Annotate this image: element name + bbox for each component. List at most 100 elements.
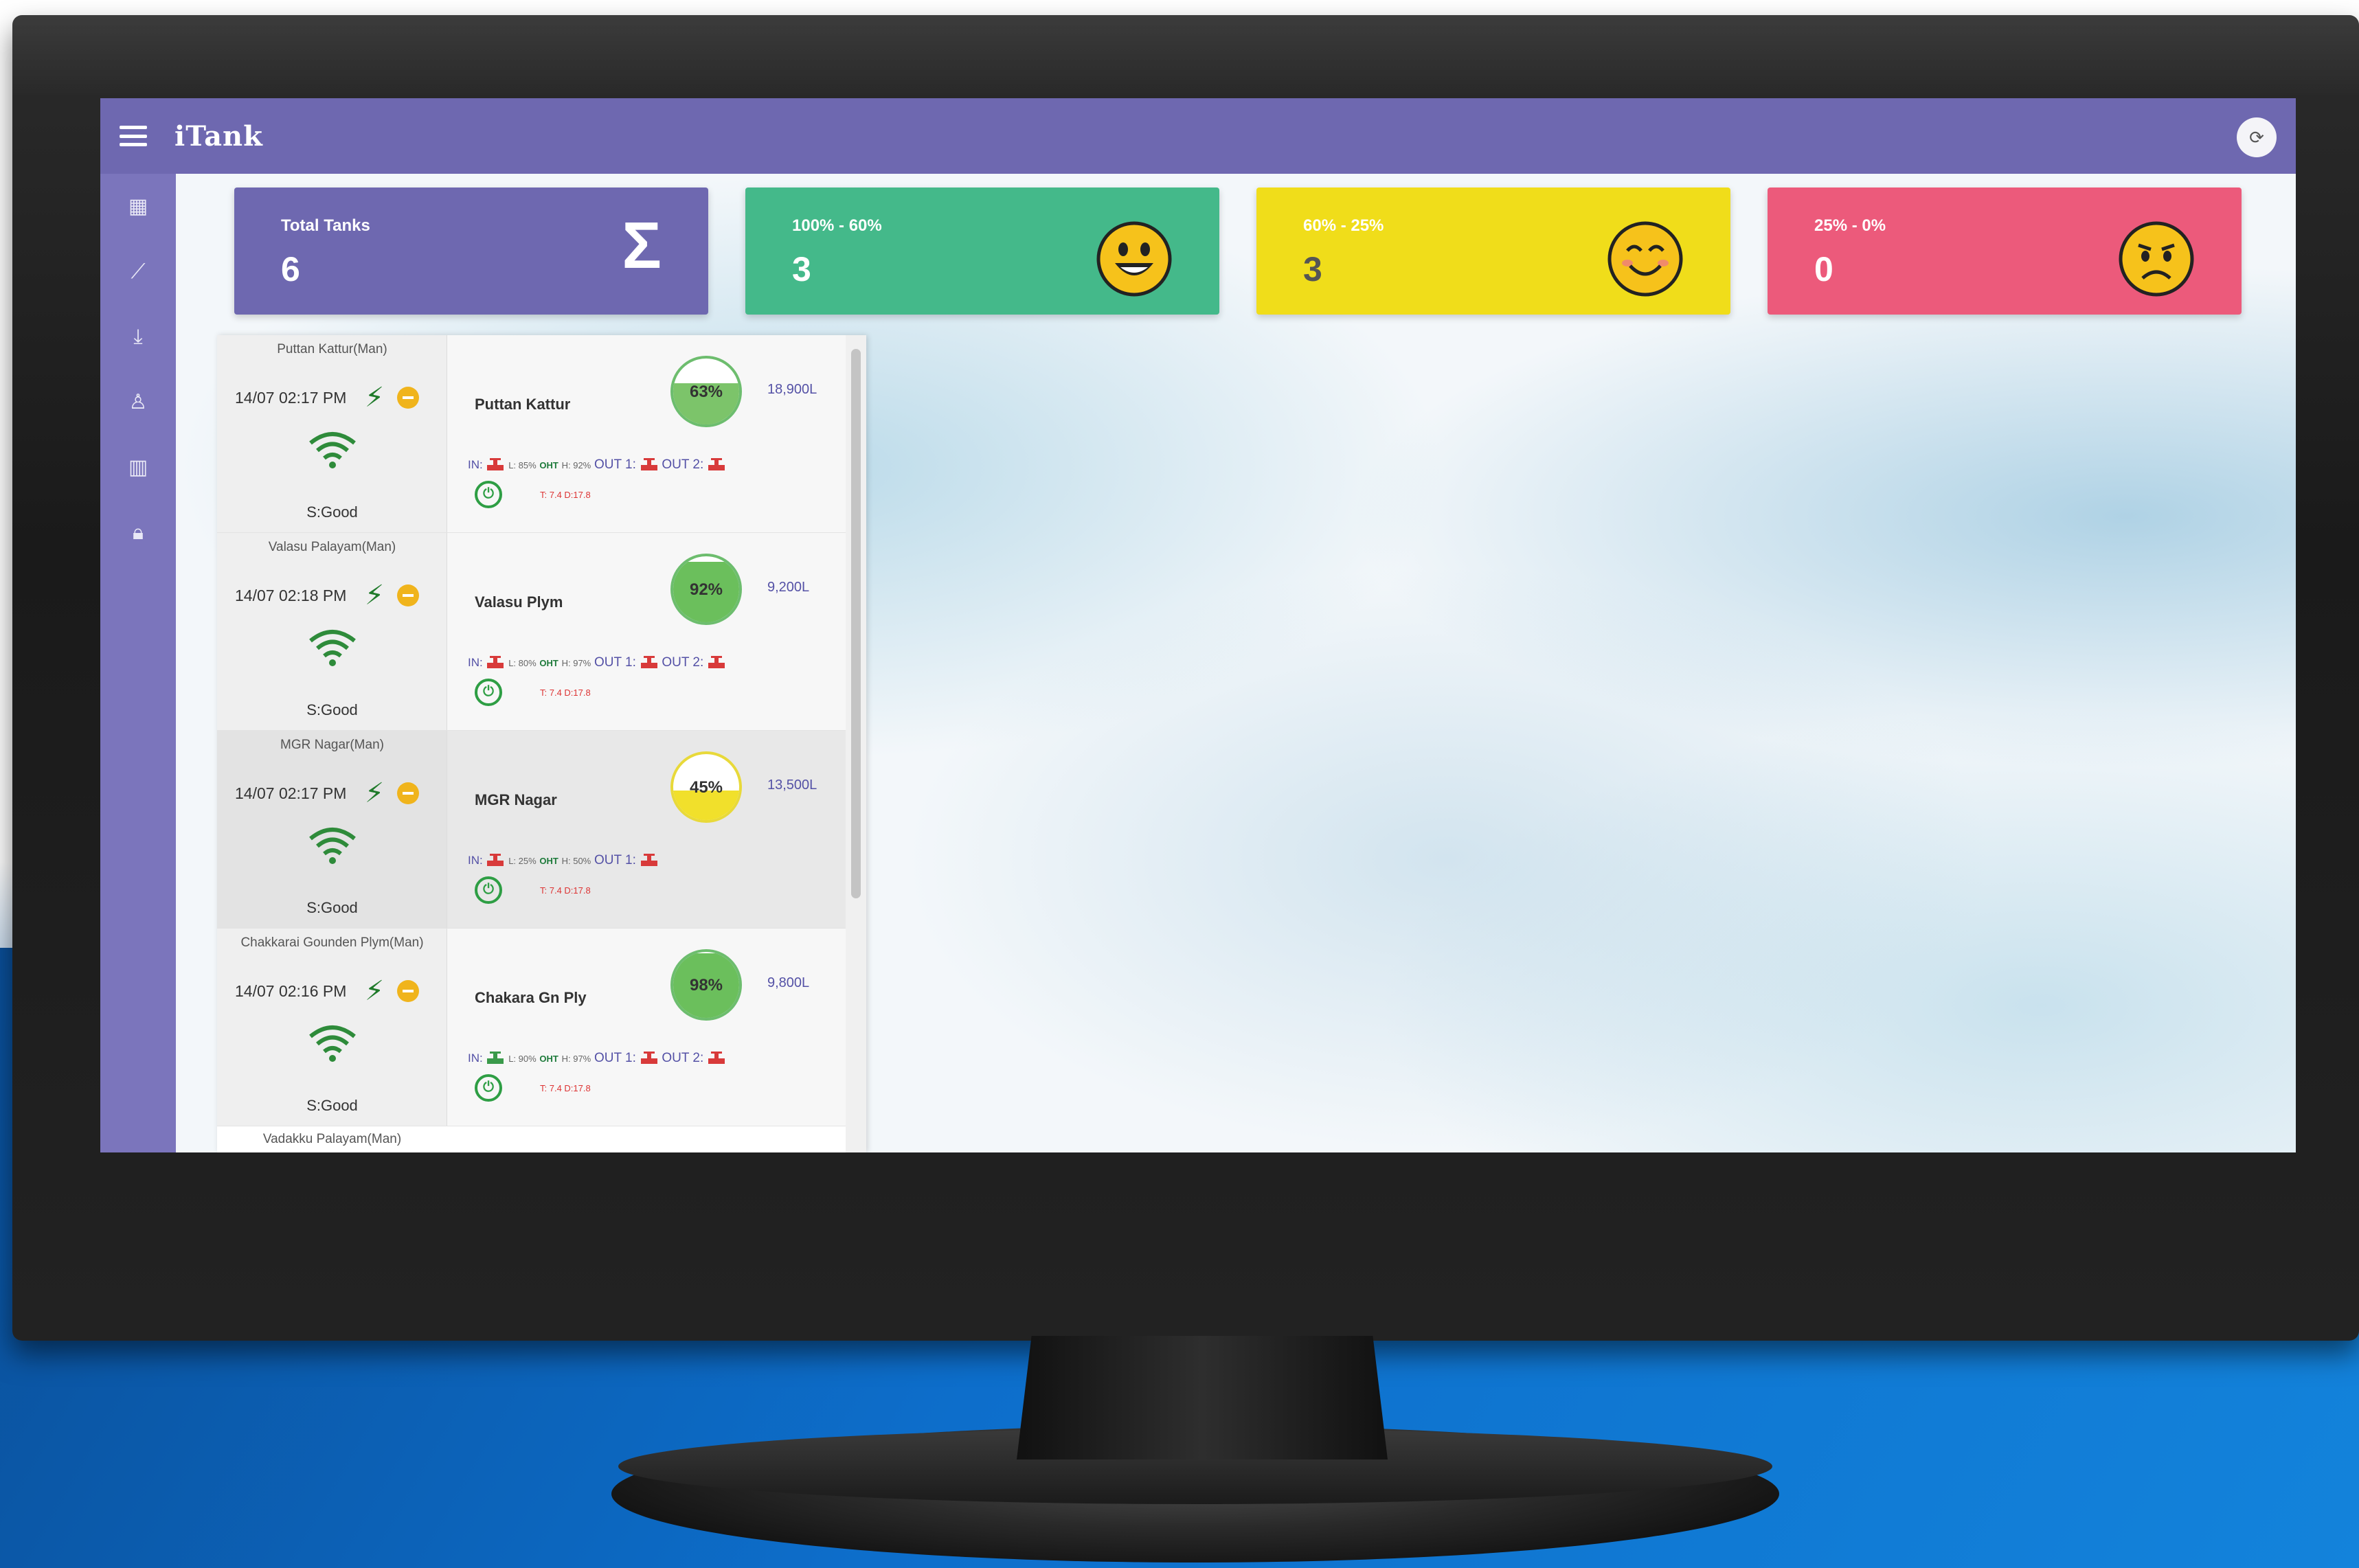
stat-label: 100% - 60%: [792, 216, 882, 235]
power-bolt-icon: ⚡︎: [365, 580, 385, 611]
stat-label: Total Tanks: [281, 216, 370, 235]
tank-name: Puttan Kattur: [475, 396, 571, 413]
monitor-screen: iTank ⟳ ▦ ⟋ ⤓ ♙ ▥ 🔒︎ Total Tanks 6 Σ 100…: [100, 98, 2296, 1152]
stat-card-medium[interactable]: 60% - 25% 3: [1256, 188, 1730, 315]
io-status: IN: L: 85% OHT H: 92% OUT 1: OUT 2:: [468, 457, 726, 473]
outlet2-valve-icon: [708, 1051, 725, 1064]
stat-label: 25% - 0%: [1814, 216, 1886, 235]
monitor-neck: [1017, 1336, 1388, 1459]
level-gauge: 63%: [670, 356, 742, 427]
tank-row[interactable]: Valasu Palayam(Man) 14/07 02:18 PM ⚡︎ S:…: [217, 533, 846, 731]
user-icon[interactable]: ♙: [100, 370, 176, 435]
sigma-icon: Σ: [622, 209, 662, 282]
lock-icon[interactable]: 🔒︎: [100, 500, 176, 565]
stat-value: 3: [1303, 250, 1322, 288]
capacity: 9,800L: [767, 975, 810, 990]
outlet1-valve-icon: [640, 457, 657, 470]
signal-status: S:Good: [306, 503, 358, 521]
inlet-valve-icon: [487, 655, 504, 668]
timestamp: 14/07 02:16 PM: [235, 982, 347, 1000]
scroll-thumb[interactable]: [851, 349, 861, 898]
io-status: IN: L: 80% OHT H: 97% OUT 1: OUT 2:: [468, 655, 726, 671]
temperature-readout: T: 7.4 D:17.8: [540, 688, 591, 698]
inlet-valve-icon: [487, 1051, 504, 1064]
tank-name: MGR Nagar: [475, 791, 557, 808]
timestamp: 14/07 02:18 PM: [235, 587, 347, 604]
scrollbar[interactable]: [846, 335, 866, 1152]
hamburger-menu-icon[interactable]: [120, 126, 147, 146]
level-percent: 63%: [689, 383, 723, 401]
tank-row[interactable]: Chakkarai Gounden Plym(Man) 14/07 02:16 …: [217, 929, 846, 1126]
stat-value: 3: [792, 250, 811, 288]
top-app-bar: iTank ⟳: [100, 98, 2296, 174]
wifi-icon: [309, 432, 356, 468]
power-bolt-icon: ⚡︎: [365, 383, 385, 413]
tank-row[interactable]: Puttan Kattur(Man) 14/07 02:17 PM ⚡︎ S:G…: [217, 335, 846, 533]
power-button[interactable]: ⏻: [475, 876, 502, 904]
wifi-icon: [309, 828, 356, 864]
temperature-readout: T: 7.4 D:17.8: [540, 885, 591, 896]
temperature-readout: T: 7.4 D:17.8: [540, 1083, 591, 1093]
status-minus-icon: [397, 782, 419, 804]
map-icon[interactable]: ▥: [100, 435, 176, 500]
level-percent: 98%: [689, 976, 723, 995]
site-name: Vadakku Palayam(Man): [262, 1132, 402, 1146]
outlet2-valve-icon: [708, 457, 725, 470]
power-button[interactable]: ⏻: [475, 1074, 502, 1102]
power-bolt-icon: ⚡︎: [365, 976, 385, 1006]
level-gauge: 92%: [670, 554, 742, 625]
status-minus-icon: [397, 980, 419, 1002]
level-gauge: 45%: [670, 751, 742, 823]
power-button[interactable]: ⏻: [475, 679, 502, 706]
status-minus-icon: [397, 584, 419, 606]
outlet1-valve-icon: [640, 655, 657, 668]
capacity: 18,900L: [767, 382, 817, 397]
level-gauge: 98%: [670, 949, 742, 1021]
site-name: Valasu Palayam(Man): [268, 540, 396, 554]
tank-list-panel: Puttan Kattur(Man) 14/07 02:17 PM ⚡︎ S:G…: [217, 335, 866, 1152]
tank-name: Valasu Plym: [475, 593, 563, 611]
smile-face-icon: [1607, 220, 1684, 301]
status-minus-icon: [397, 387, 419, 409]
capacity: 9,200L: [767, 580, 810, 595]
site-name: MGR Nagar(Man): [280, 738, 384, 752]
capacity: 13,500L: [767, 777, 817, 793]
timestamp: 14/07 02:17 PM: [235, 784, 347, 802]
outlet2-valve-icon: [708, 655, 725, 668]
refresh-icon[interactable]: ⟳: [2237, 117, 2277, 157]
power-button[interactable]: ⏻: [475, 481, 502, 508]
trend-icon[interactable]: ⟋: [100, 239, 176, 304]
signal-status: S:Good: [306, 899, 358, 916]
signal-status: S:Good: [306, 1097, 358, 1114]
timestamp: 14/07 02:17 PM: [235, 389, 347, 407]
tank-name: Chakara Gn Ply: [475, 989, 587, 1006]
outlet1-valve-icon: [640, 1051, 657, 1064]
sad-face-icon: [2118, 220, 2195, 301]
site-name: Chakkarai Gounden Plym(Man): [240, 935, 424, 950]
app-title: iTank: [174, 120, 263, 152]
wifi-icon: [309, 1025, 356, 1062]
outlet1-valve-icon: [640, 853, 657, 866]
stat-card-total[interactable]: Total Tanks 6 Σ: [234, 188, 708, 315]
stat-value: 0: [1814, 250, 1833, 288]
tank-row[interactable]: MGR Nagar(Man) 14/07 02:17 PM ⚡︎ S:Good …: [217, 731, 846, 929]
download-icon[interactable]: ⤓: [100, 304, 176, 370]
power-bolt-icon: ⚡︎: [365, 778, 385, 808]
stat-card-low[interactable]: 25% - 0% 0: [1768, 188, 2242, 315]
inlet-valve-icon: [487, 853, 504, 866]
site-name: Puttan Kattur(Man): [277, 342, 387, 356]
io-status: IN: L: 25% OHT H: 50% OUT 1:: [468, 853, 659, 869]
grid-icon[interactable]: ▦: [100, 174, 176, 239]
happy-face-icon: [1096, 220, 1173, 301]
level-percent: 92%: [689, 580, 723, 599]
stat-value: 6: [281, 250, 300, 288]
wifi-icon: [309, 630, 356, 666]
temperature-readout: T: 7.4 D:17.8: [540, 490, 591, 500]
stat-card-high[interactable]: 100% - 60% 3: [745, 188, 1219, 315]
io-status: IN: L: 90% OHT H: 97% OUT 1: OUT 2:: [468, 1051, 726, 1067]
inlet-valve-icon: [487, 457, 504, 470]
level-percent: 45%: [689, 778, 723, 797]
sidebar: ▦ ⟋ ⤓ ♙ ▥ 🔒︎: [100, 174, 176, 1152]
signal-status: S:Good: [306, 701, 358, 718]
stat-label: 60% - 25%: [1303, 216, 1384, 235]
